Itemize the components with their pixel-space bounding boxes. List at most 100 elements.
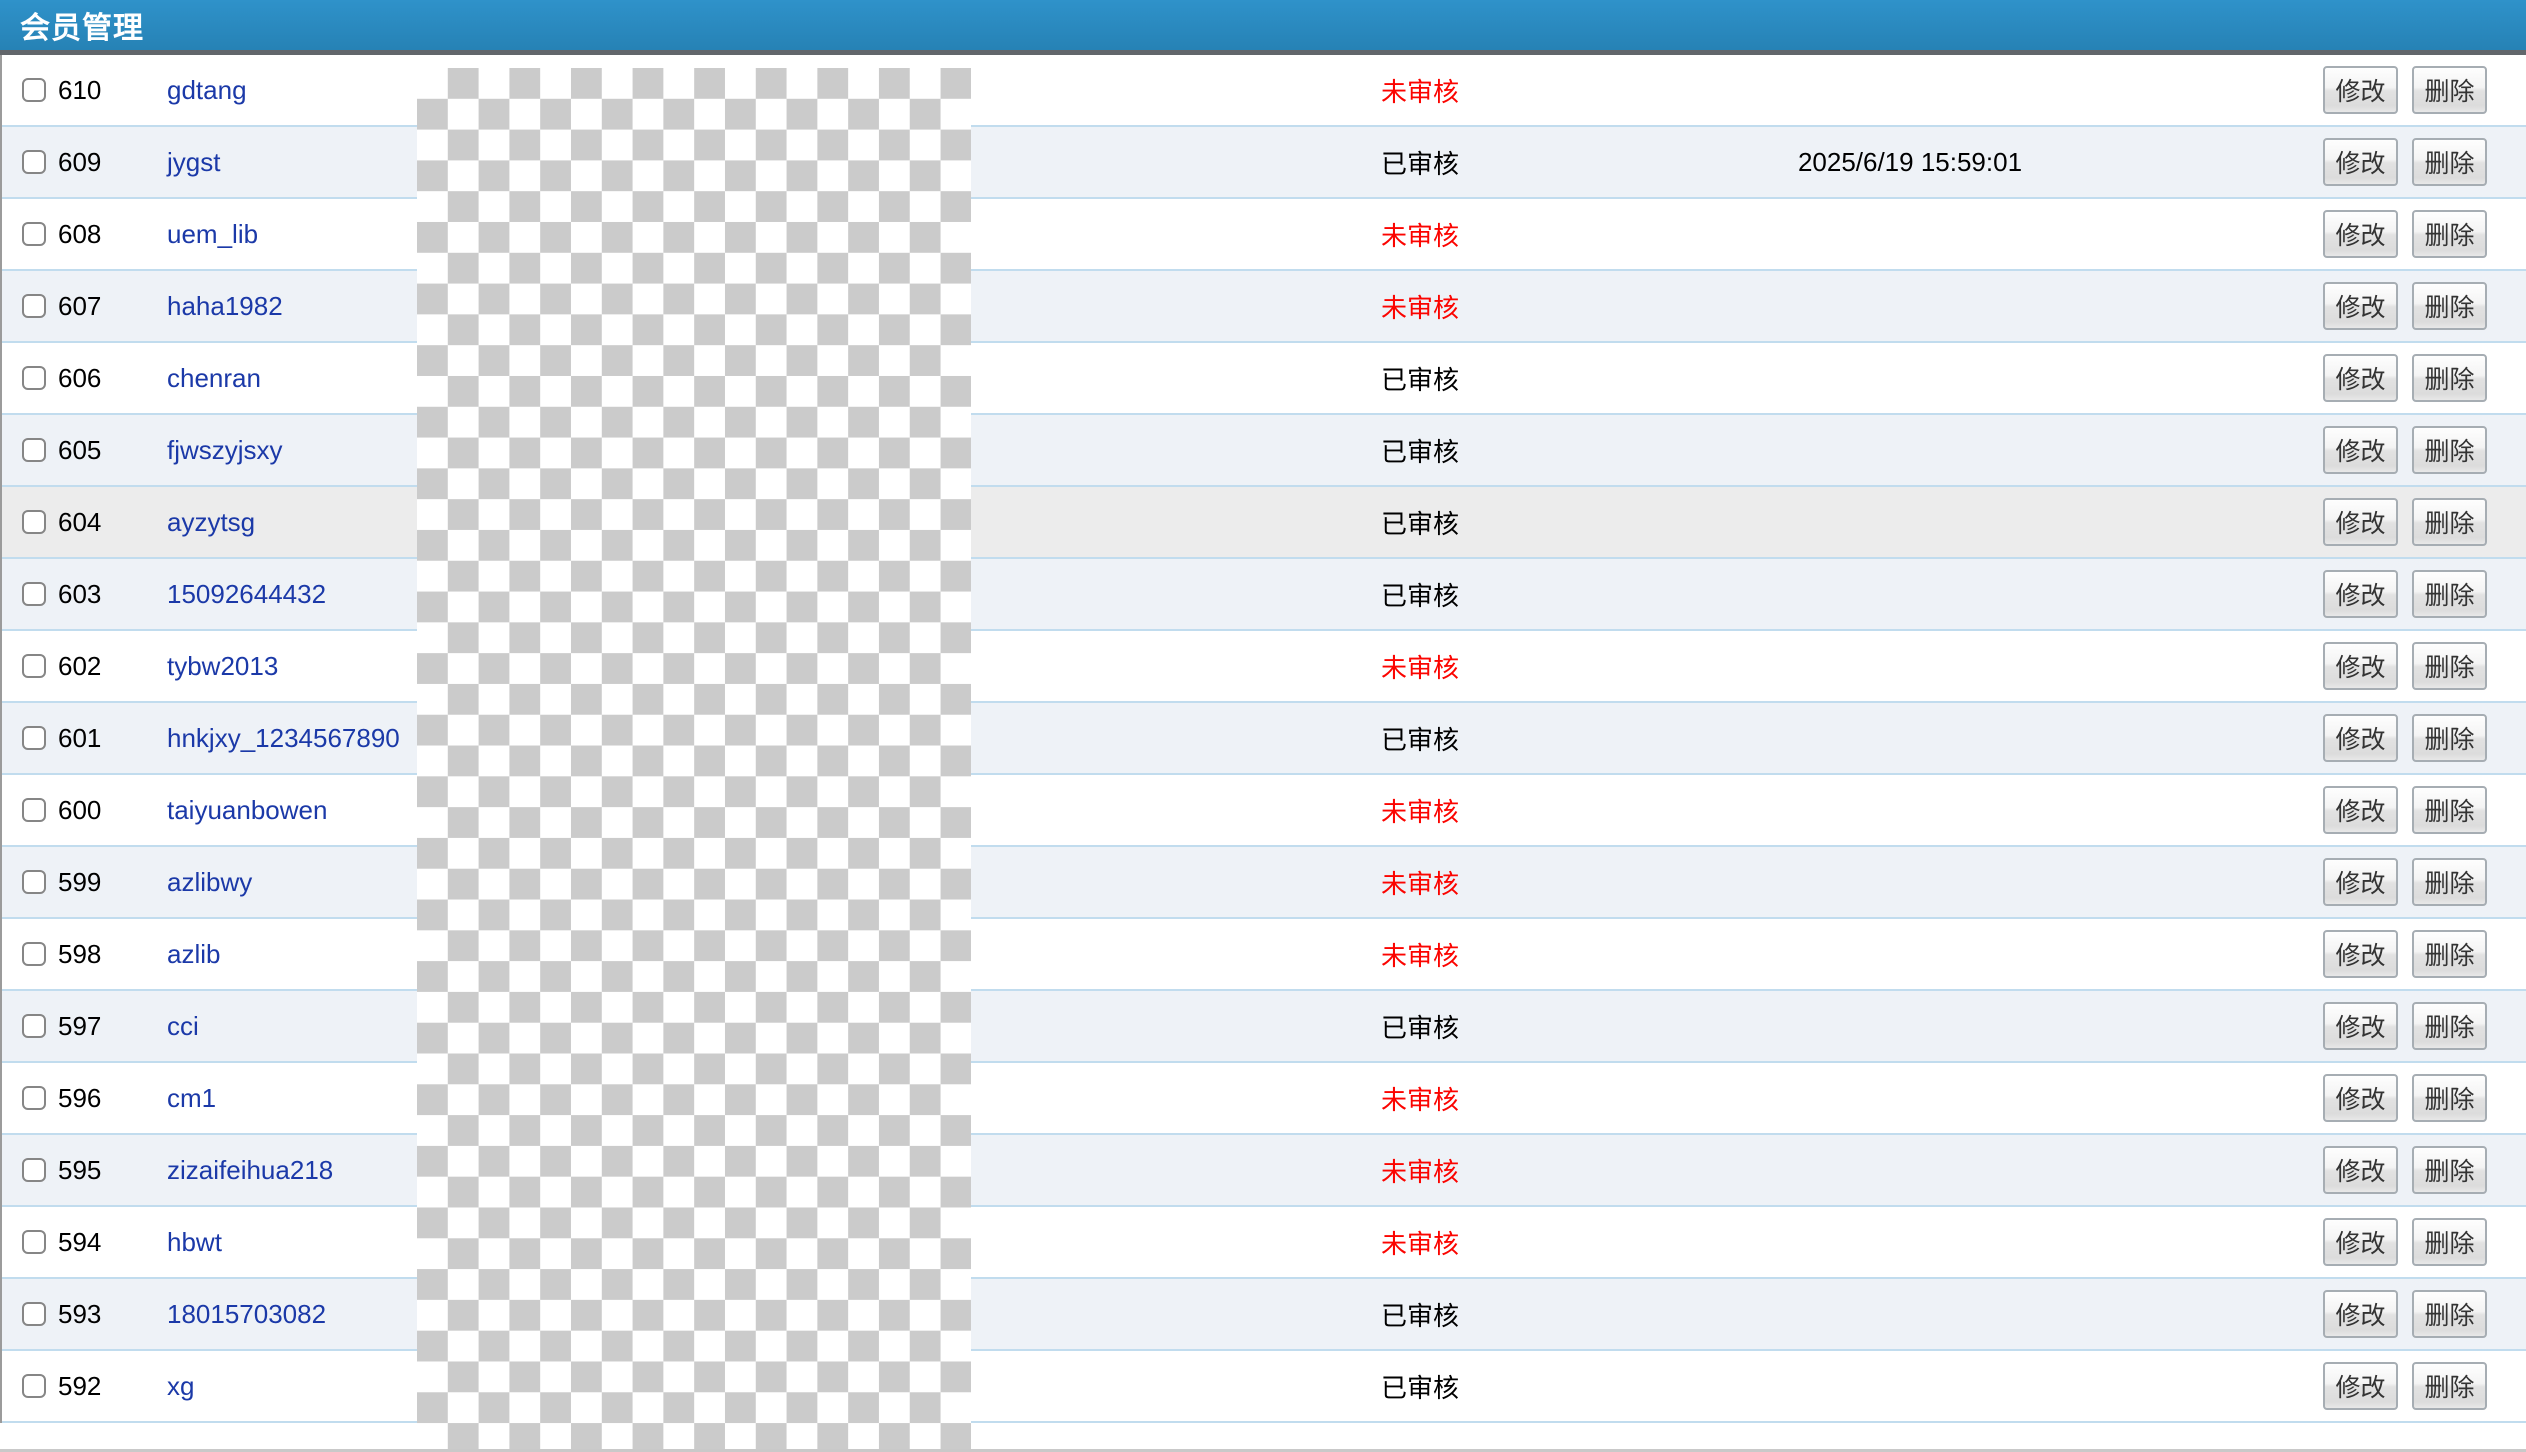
checkbox-cell (2, 798, 56, 822)
username-link[interactable]: haha1982 (160, 291, 283, 321)
edit-button[interactable]: 修改 (2323, 570, 2398, 618)
row-select-checkbox[interactable] (22, 1014, 46, 1038)
row-actions: 修改 删除 (2080, 282, 2526, 330)
username-link[interactable]: xg (160, 1371, 194, 1401)
edit-button[interactable]: 修改 (2323, 642, 2398, 690)
row-select-checkbox[interactable] (22, 78, 46, 102)
username-link[interactable]: ayzytsg (160, 507, 255, 537)
row-select-checkbox[interactable] (22, 222, 46, 246)
row-select-checkbox[interactable] (22, 870, 46, 894)
member-id: 602 (56, 651, 160, 682)
row-select-checkbox[interactable] (22, 654, 46, 678)
page-title: 会员管理 (20, 3, 144, 47)
delete-button[interactable]: 删除 (2412, 426, 2487, 474)
delete-button[interactable]: 删除 (2412, 570, 2487, 618)
member-id: 607 (56, 291, 160, 322)
row-actions: 修改 删除 (2080, 1146, 2526, 1194)
delete-button[interactable]: 删除 (2412, 1074, 2487, 1122)
delete-button[interactable]: 删除 (2412, 354, 2487, 402)
row-select-checkbox[interactable] (22, 798, 46, 822)
member-id: 608 (56, 219, 160, 250)
username-cell: cci (160, 1011, 417, 1042)
delete-button[interactable]: 删除 (2412, 714, 2487, 762)
username-link[interactable]: jygst (160, 147, 220, 177)
checkbox-cell (2, 1014, 56, 1038)
delete-button[interactable]: 删除 (2412, 1002, 2487, 1050)
username-cell: 15092644432 (160, 579, 417, 610)
delete-button[interactable]: 删除 (2412, 1146, 2487, 1194)
delete-button[interactable]: 删除 (2412, 210, 2487, 258)
row-select-checkbox[interactable] (22, 366, 46, 390)
row-actions: 修改 删除 (2080, 210, 2526, 258)
delete-button[interactable]: 删除 (2412, 138, 2487, 186)
review-status: 未审核 (1100, 1152, 1740, 1189)
edit-button[interactable]: 修改 (2323, 498, 2398, 546)
edit-button[interactable]: 修改 (2323, 858, 2398, 906)
delete-button[interactable]: 删除 (2412, 786, 2487, 834)
row-select-checkbox[interactable] (22, 726, 46, 750)
edit-button[interactable]: 修改 (2323, 930, 2398, 978)
row-select-checkbox[interactable] (22, 1230, 46, 1254)
delete-button[interactable]: 删除 (2412, 930, 2487, 978)
row-select-checkbox[interactable] (22, 294, 46, 318)
username-link[interactable]: zizaifeihua218 (160, 1155, 333, 1185)
edit-button[interactable]: 修改 (2323, 282, 2398, 330)
edit-button[interactable]: 修改 (2323, 1362, 2398, 1410)
row-select-checkbox[interactable] (22, 1302, 46, 1326)
review-status: 已审核 (1100, 1008, 1740, 1045)
member-table: 610 gdtang 未审核 修改 删除 609 jygst 已审核 2025/… (0, 55, 2526, 1423)
delete-button[interactable]: 删除 (2412, 498, 2487, 546)
member-id: 603 (56, 579, 160, 610)
edit-button[interactable]: 修改 (2323, 138, 2398, 186)
edit-button[interactable]: 修改 (2323, 1218, 2398, 1266)
edit-button[interactable]: 修改 (2323, 786, 2398, 834)
username-link[interactable]: tybw2013 (160, 651, 278, 681)
row-actions: 修改 删除 (2080, 66, 2526, 114)
username-link[interactable]: hnkjxy_1234567890 (160, 723, 400, 753)
edit-button[interactable]: 修改 (2323, 66, 2398, 114)
username-link[interactable]: azlibwy (160, 867, 252, 897)
row-select-checkbox[interactable] (22, 942, 46, 966)
edit-button[interactable]: 修改 (2323, 1074, 2398, 1122)
row-select-checkbox[interactable] (22, 438, 46, 462)
delete-button[interactable]: 删除 (2412, 858, 2487, 906)
member-id: 605 (56, 435, 160, 466)
row-select-checkbox[interactable] (22, 150, 46, 174)
delete-button[interactable]: 删除 (2412, 282, 2487, 330)
username-link[interactable]: chenran (160, 363, 261, 393)
row-select-checkbox[interactable] (22, 1086, 46, 1110)
checkbox-cell (2, 1230, 56, 1254)
delete-button[interactable]: 删除 (2412, 66, 2487, 114)
edit-button[interactable]: 修改 (2323, 1002, 2398, 1050)
row-select-checkbox[interactable] (22, 1158, 46, 1182)
edit-button[interactable]: 修改 (2323, 210, 2398, 258)
username-link[interactable]: cm1 (160, 1083, 216, 1113)
member-id: 598 (56, 939, 160, 970)
username-link[interactable]: taiyuanbowen (160, 795, 327, 825)
edit-button[interactable]: 修改 (2323, 1290, 2398, 1338)
row-select-checkbox[interactable] (22, 510, 46, 534)
row-select-checkbox[interactable] (22, 1374, 46, 1398)
username-link[interactable]: 18015703082 (160, 1299, 326, 1329)
username-link[interactable]: hbwt (160, 1227, 222, 1257)
delete-button[interactable]: 删除 (2412, 1290, 2487, 1338)
delete-button[interactable]: 删除 (2412, 1218, 2487, 1266)
username-link[interactable]: gdtang (160, 75, 247, 105)
username-link[interactable]: azlib (160, 939, 220, 969)
edit-button[interactable]: 修改 (2323, 426, 2398, 474)
review-status: 已审核 (1100, 1296, 1740, 1333)
table-row: 607 haha1982 未审核 修改 删除 (2, 271, 2526, 343)
edit-button[interactable]: 修改 (2323, 714, 2398, 762)
username-link[interactable]: cci (160, 1011, 199, 1041)
delete-button[interactable]: 删除 (2412, 1362, 2487, 1410)
edit-button[interactable]: 修改 (2323, 1146, 2398, 1194)
row-select-checkbox[interactable] (22, 582, 46, 606)
username-cell: tybw2013 (160, 651, 417, 682)
edit-button[interactable]: 修改 (2323, 354, 2398, 402)
username-link[interactable]: fjwszyjsxy (160, 435, 283, 465)
delete-button[interactable]: 删除 (2412, 642, 2487, 690)
username-link[interactable]: 15092644432 (160, 579, 326, 609)
username-cell: uem_lib (160, 219, 417, 250)
checkbox-cell (2, 654, 56, 678)
username-link[interactable]: uem_lib (160, 219, 258, 249)
